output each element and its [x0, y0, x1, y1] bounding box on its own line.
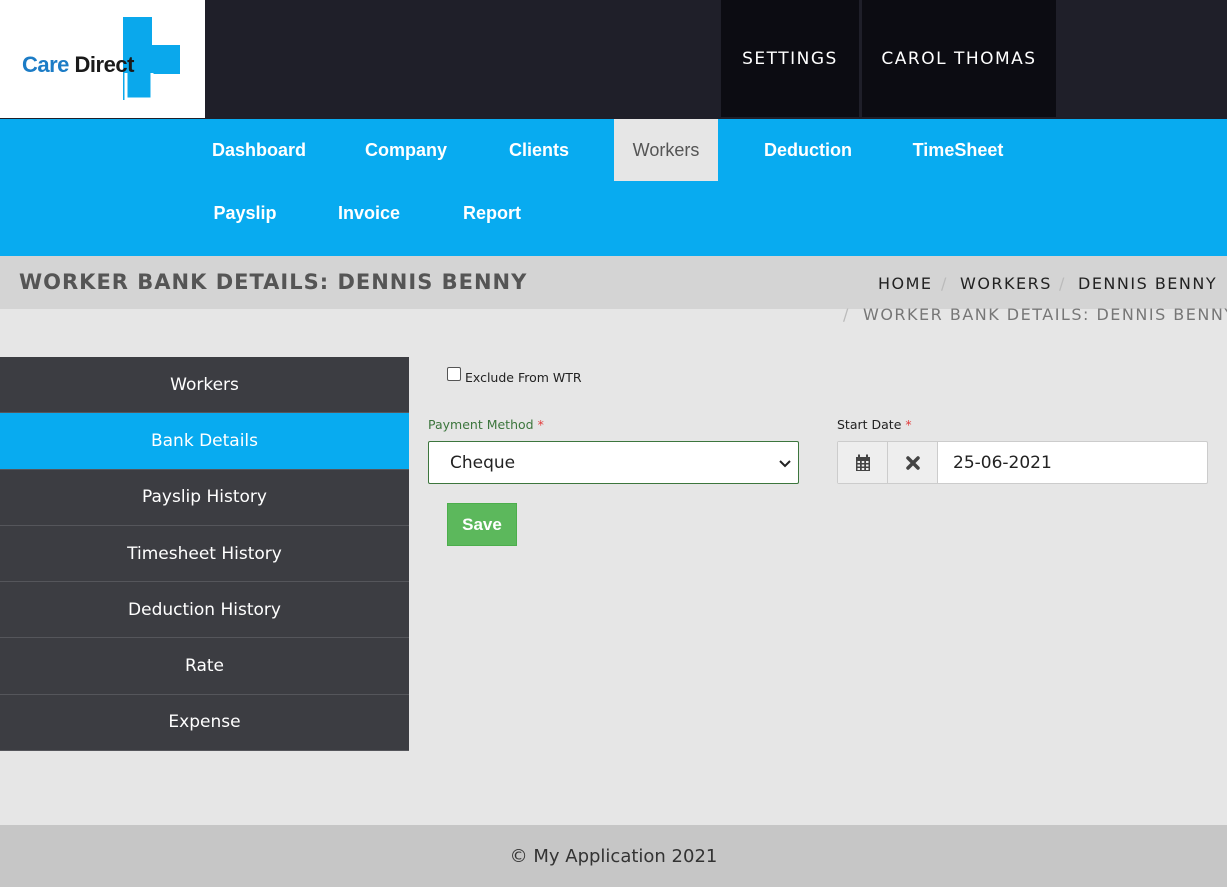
logo-text: Care Direct: [22, 52, 134, 78]
logo[interactable]: Care Direct: [0, 0, 205, 118]
breadcrumb-current: WORKER BANK DETAILS: DENNIS BENNY: [863, 305, 1227, 324]
breadcrumb-home[interactable]: HOME: [878, 274, 933, 293]
sidebar-item-workers[interactable]: Workers: [0, 357, 409, 414]
logo-text-care: Care: [22, 52, 69, 77]
sidebar-item-rate[interactable]: Rate: [0, 638, 409, 695]
start-date-group: 25-06-2021: [837, 441, 1208, 484]
nav-item-payslip[interactable]: Payslip: [205, 182, 285, 244]
save-button[interactable]: Save: [447, 503, 517, 546]
nav-item-timesheet[interactable]: TimeSheet: [900, 119, 1016, 181]
nav-item-workers[interactable]: Workers: [614, 119, 718, 181]
exclude-wtr-label: Exclude From WTR: [465, 370, 582, 385]
exclude-wtr-row: Exclude From WTR: [447, 362, 582, 385]
payment-method-label-text: Payment Method: [428, 417, 534, 432]
nav-item-invoice[interactable]: Invoice: [326, 182, 412, 244]
sidebar-item-timesheet-history[interactable]: Timesheet History: [0, 525, 409, 583]
required-marker: *: [905, 417, 912, 432]
calendar-icon: [855, 454, 870, 471]
start-date-label: Start Date *: [837, 417, 912, 432]
payment-method-value: Cheque: [450, 452, 516, 473]
start-date-label-text: Start Date: [837, 417, 902, 432]
user-menu-button[interactable]: CAROL THOMAS: [862, 0, 1056, 117]
sidebar-item-bank-details[interactable]: Bank Details: [0, 413, 409, 470]
nav-item-clients[interactable]: Clients: [495, 119, 583, 181]
top-header: Care Direct SETTINGS CAROL THOMAS: [0, 0, 1227, 119]
breadcrumb-workers[interactable]: WORKERS: [960, 274, 1052, 293]
payment-method-label: Payment Method *: [428, 417, 544, 432]
calendar-button[interactable]: [838, 442, 888, 483]
footer: © My Application 2021: [0, 825, 1227, 887]
nav-item-company[interactable]: Company: [352, 119, 460, 181]
sidebar: Workers Bank Details Payslip History Tim…: [0, 357, 409, 752]
main-nav: Dashboard Company Clients Workers Deduct…: [0, 119, 1227, 256]
sidebar-item-deduction-history[interactable]: Deduction History: [0, 582, 409, 639]
settings-button[interactable]: SETTINGS: [721, 0, 859, 117]
breadcrumb-worker[interactable]: DENNIS BENNY: [1078, 274, 1217, 293]
clear-date-button[interactable]: [888, 442, 938, 483]
logo-text-direct: Direct: [74, 52, 135, 77]
exclude-wtr-checkbox[interactable]: [447, 366, 461, 381]
footer-copyright: © My Application 2021: [509, 845, 718, 867]
nav-item-dashboard[interactable]: Dashboard: [205, 119, 313, 181]
start-date-input[interactable]: 25-06-2021: [938, 442, 1207, 483]
payment-method-select[interactable]: Cheque: [428, 441, 799, 484]
close-icon: [905, 455, 920, 470]
nav-item-report[interactable]: Report: [452, 182, 532, 244]
breadcrumb-separator: /: [1059, 274, 1065, 293]
chevron-down-icon: [779, 460, 791, 468]
sidebar-item-expense[interactable]: Expense: [0, 694, 409, 752]
page-title: WORKER BANK DETAILS: DENNIS BENNY: [19, 270, 528, 294]
sidebar-item-payslip-history[interactable]: Payslip History: [0, 469, 409, 526]
required-marker: *: [537, 417, 544, 432]
nav-item-deduction[interactable]: Deduction: [752, 119, 864, 181]
breadcrumb-separator: /: [843, 305, 849, 324]
breadcrumb-separator: /: [941, 274, 947, 293]
